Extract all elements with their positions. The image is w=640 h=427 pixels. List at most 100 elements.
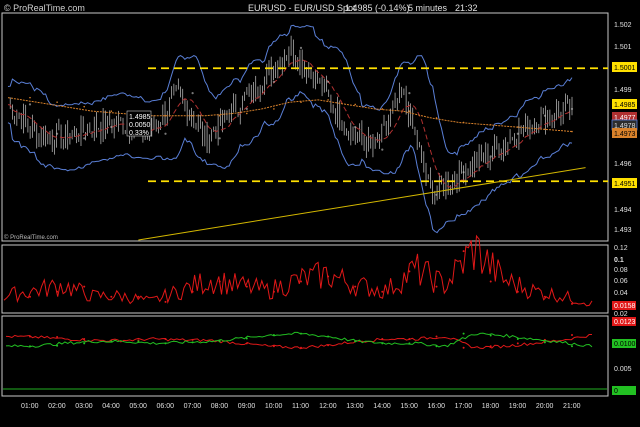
volatility-panel[interactable] bbox=[1, 244, 609, 314]
info-box-price: 1.4985 bbox=[129, 114, 151, 121]
directional-red-label: 0.0123 bbox=[614, 319, 636, 326]
volatility-point bbox=[29, 295, 31, 298]
directional-panel[interactable] bbox=[1, 315, 609, 397]
slow-ma-point bbox=[517, 126, 519, 128]
volatility-point bbox=[435, 285, 438, 288]
slow-ma-point bbox=[300, 101, 302, 103]
directional-red-point bbox=[29, 335, 31, 338]
directional-green-point bbox=[83, 342, 86, 345]
directional-red-point bbox=[56, 335, 59, 338]
time-tick-label: 19:00 bbox=[509, 403, 527, 410]
directional-red-point bbox=[489, 345, 492, 348]
directional-red-point bbox=[191, 338, 194, 341]
directional-green-point bbox=[272, 334, 275, 337]
directional-green-point bbox=[137, 340, 140, 343]
slow-ma-point bbox=[435, 117, 438, 119]
volatility-point bbox=[245, 285, 248, 288]
directional-green-point bbox=[164, 342, 167, 345]
time-tick-label: 18:00 bbox=[482, 403, 500, 410]
directional-green-point bbox=[29, 345, 31, 348]
slow-ma-point bbox=[489, 123, 492, 126]
price-point bbox=[191, 92, 194, 95]
volatility-tick: 0.06 bbox=[614, 278, 628, 285]
slow-ma-point bbox=[327, 99, 329, 101]
slow-ma-point bbox=[29, 96, 31, 99]
time-tick-label: 01:00 bbox=[21, 403, 39, 410]
price-point bbox=[435, 193, 438, 196]
directional-red-point bbox=[327, 344, 330, 347]
directional-green-point bbox=[354, 340, 357, 343]
directional-green-point bbox=[543, 341, 546, 344]
time-axis: 01:00 02:00 03:00 04:00 05:00 06:00 07:00 08:00… bbox=[21, 403, 581, 410]
time-tick-label: 15:00 bbox=[400, 403, 418, 410]
volatility-tick: 0.02 bbox=[614, 311, 628, 318]
slow-ma-point bbox=[110, 110, 113, 112]
watermark-top: © ProRealTime.com bbox=[4, 3, 85, 13]
price-point bbox=[462, 171, 465, 174]
volatility-point bbox=[543, 295, 546, 298]
directional-green-point bbox=[218, 340, 221, 343]
directional-green-point bbox=[489, 334, 492, 337]
time-tick-label: 16:00 bbox=[428, 403, 446, 410]
directional-green-point bbox=[56, 344, 59, 347]
volatility-point bbox=[571, 302, 573, 305]
time-tick-label: 10:00 bbox=[265, 403, 283, 410]
price-point bbox=[164, 132, 167, 135]
time-tick-label: 09:00 bbox=[238, 403, 256, 410]
directional-green-point bbox=[300, 332, 302, 335]
chart-header: EURUSD - EUR/USD Spot 1.4985 (-0.14%) 5 … bbox=[248, 3, 478, 13]
price-point bbox=[110, 125, 113, 129]
info-box-change: 0.0050 bbox=[129, 122, 151, 129]
price-point bbox=[56, 132, 59, 135]
last-price-change: 1.4985 (-0.14%) bbox=[345, 3, 410, 13]
volatility-point bbox=[381, 290, 384, 293]
level-high-label: 1.5001 bbox=[614, 65, 636, 72]
price-point bbox=[28, 103, 32, 106]
price-tick: 1.502 bbox=[614, 22, 632, 29]
price-tick: 1.501 bbox=[614, 44, 632, 51]
slow-ma-point bbox=[83, 105, 85, 108]
price-point bbox=[570, 107, 574, 111]
directional-red-point bbox=[245, 342, 248, 345]
time-tick-label: 07:00 bbox=[184, 403, 202, 410]
info-box-percent: 0.33% bbox=[129, 130, 149, 137]
time-tick-label: 08:00 bbox=[211, 403, 229, 410]
time-tick-label: 03:00 bbox=[75, 403, 93, 410]
volatility-tick: 0.04 bbox=[614, 290, 628, 297]
time-tick-label: 21:00 bbox=[563, 403, 581, 410]
volatility-point bbox=[110, 295, 113, 298]
slow-ma-point bbox=[191, 114, 194, 117]
directional-red-point bbox=[272, 345, 275, 348]
price-tick: 1.494 bbox=[614, 207, 632, 214]
price-point bbox=[381, 148, 384, 151]
trading-chart: © ProRealTime.com EURUSD - EUR/USD Spot … bbox=[1, 3, 638, 410]
directional-axis: 0.0123 0.0100 0.005 0 bbox=[612, 317, 636, 395]
directional-green-point bbox=[435, 345, 438, 348]
time-tick-label: 04:00 bbox=[102, 403, 120, 410]
volatility-tick: 0.1 bbox=[614, 257, 624, 264]
time-tick-label: 20:00 bbox=[536, 403, 554, 410]
directional-green-point bbox=[381, 342, 384, 345]
directional-red-point bbox=[462, 346, 465, 349]
price-point bbox=[83, 137, 86, 140]
slow-ma-point bbox=[56, 101, 58, 103]
time-tick-label: 02:00 bbox=[48, 403, 66, 410]
volatility-point bbox=[83, 285, 86, 288]
slow-ma-point bbox=[381, 108, 384, 110]
info-box: 1.4985 0.0050 0.33% bbox=[126, 110, 152, 137]
volatility-point bbox=[137, 295, 140, 298]
volatility-last-label: 0.0158 bbox=[614, 303, 636, 310]
directional-green-label: 0.0100 bbox=[614, 341, 636, 348]
volatility-point bbox=[272, 290, 275, 293]
directional-red-point bbox=[516, 342, 519, 345]
time-tick-label: 14:00 bbox=[373, 403, 391, 410]
slow-ma-point bbox=[246, 112, 248, 115]
price-point bbox=[516, 132, 519, 135]
directional-green-point bbox=[571, 345, 573, 348]
slow-ma-point bbox=[354, 103, 357, 106]
volatility-point bbox=[516, 290, 519, 293]
volatility-point bbox=[300, 280, 302, 283]
time-tick-label: 13:00 bbox=[346, 403, 364, 410]
price-point bbox=[218, 137, 221, 140]
volatility-point bbox=[164, 300, 167, 303]
